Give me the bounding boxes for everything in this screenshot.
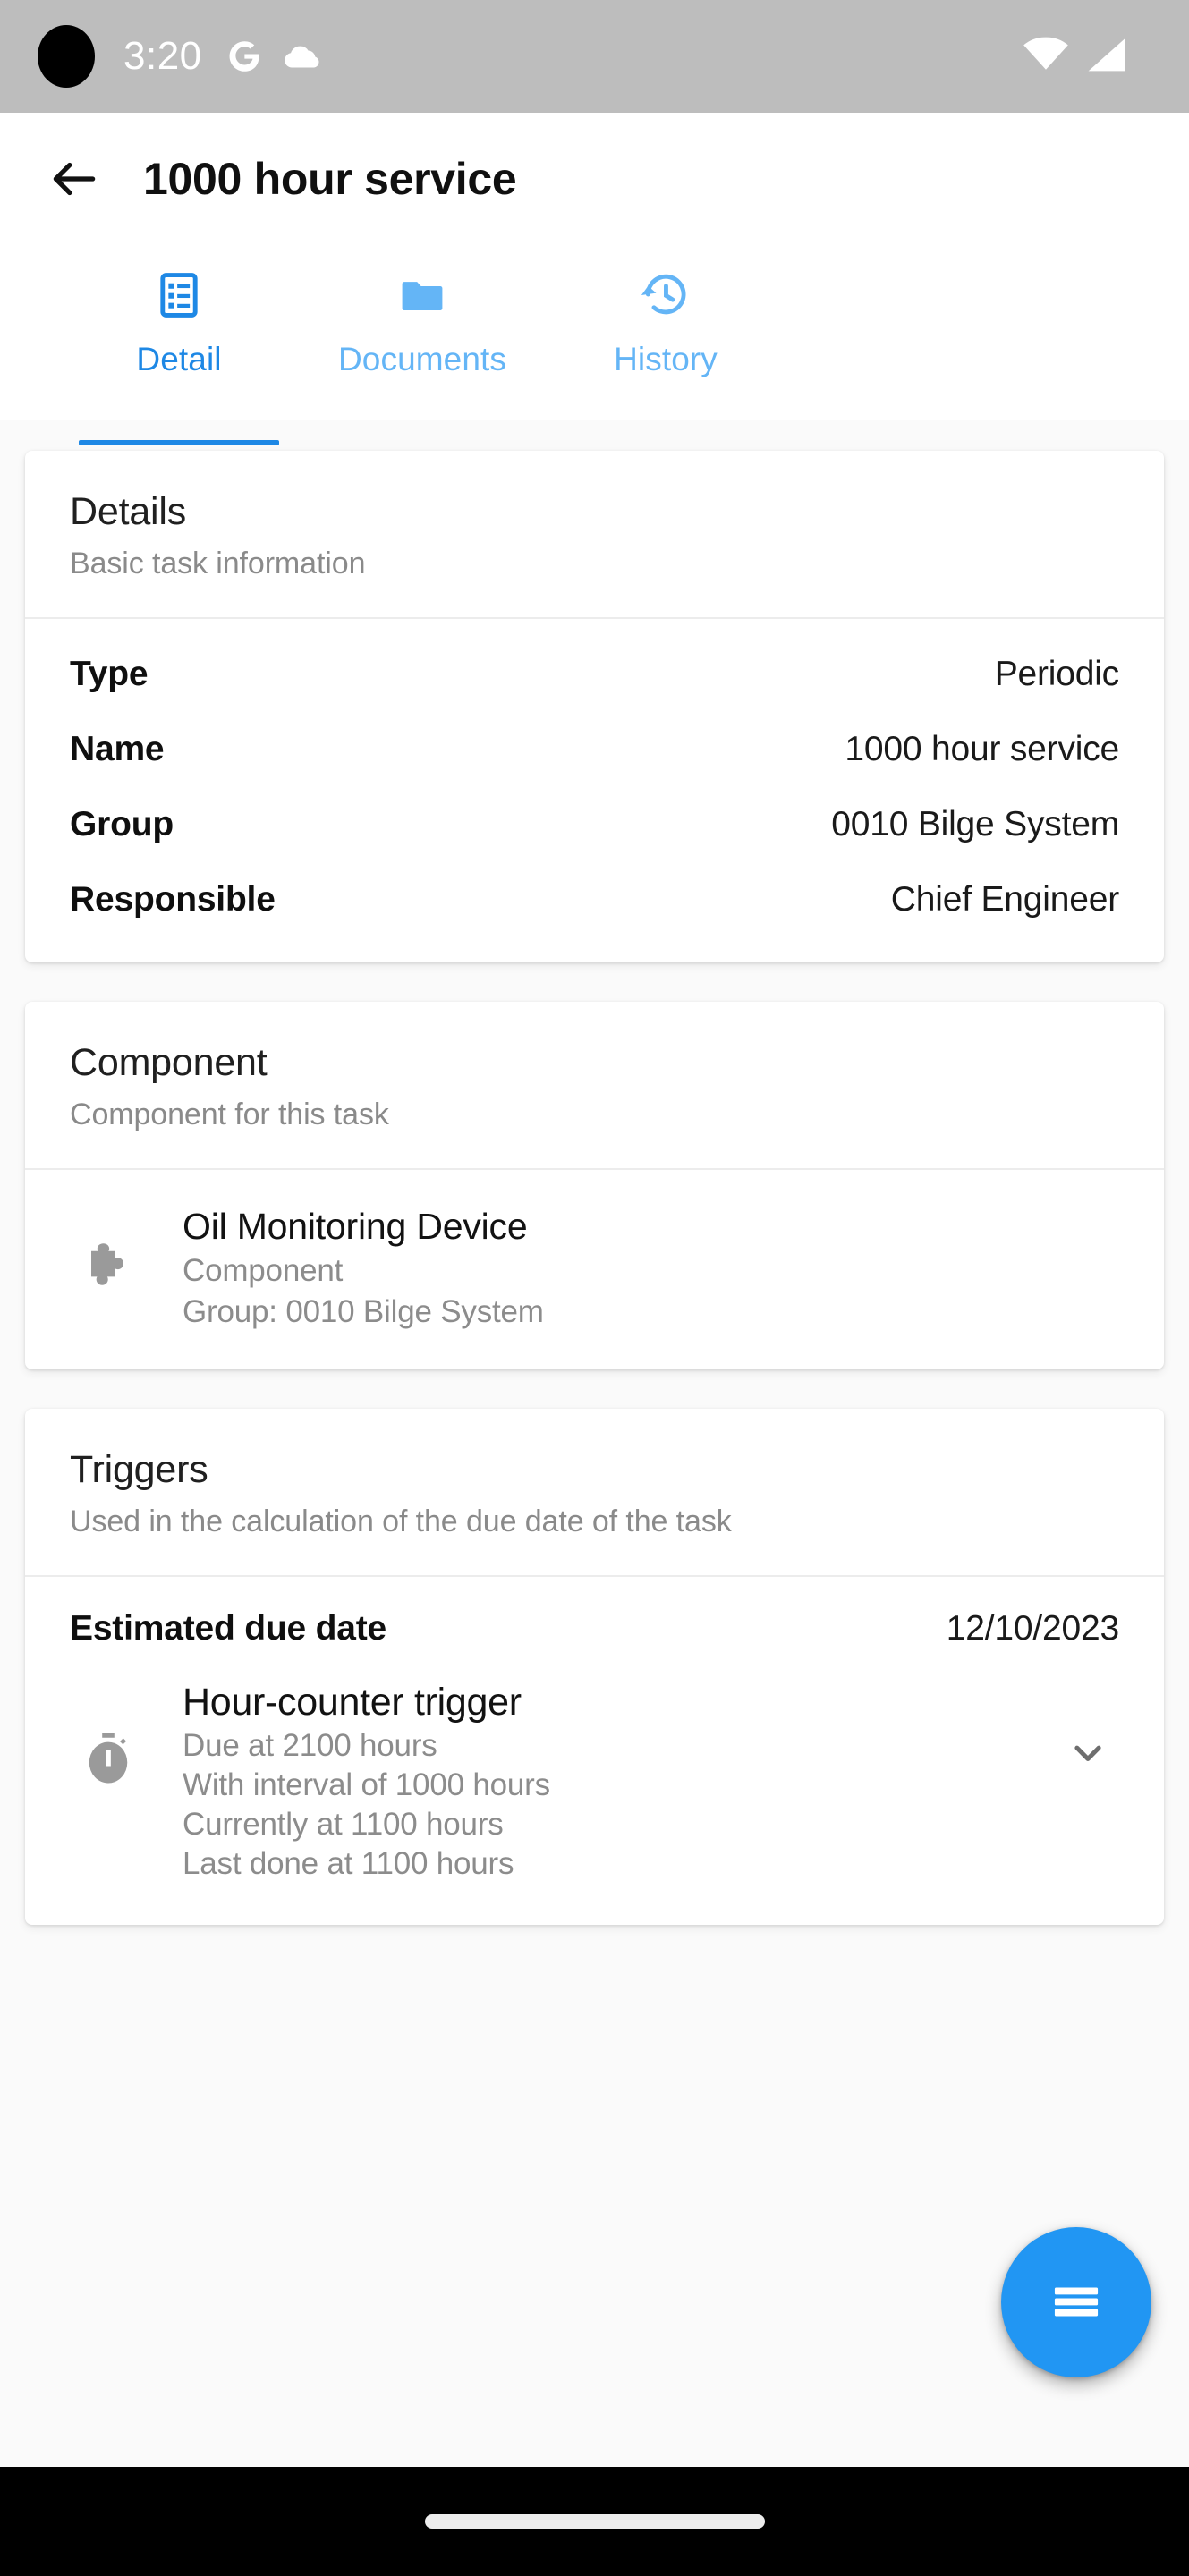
trigger-title: Hour-counter trigger <box>183 1681 522 1724</box>
status-bar-right-icons <box>1023 37 1151 77</box>
table-row: Group 0010 Bilge System <box>25 787 1164 862</box>
details-card-header: Details Basic task information <box>25 451 1164 617</box>
table-row: Type Periodic <box>25 637 1164 712</box>
row-key: Responsible <box>70 880 276 919</box>
tab-documents[interactable]: Documents <box>322 270 522 420</box>
tab-history[interactable]: History <box>565 270 766 420</box>
component-list-item[interactable]: Oil Monitoring Device Component Group: 0… <box>25 1170 1164 1369</box>
details-card-title: Details <box>70 490 187 533</box>
tab-detail[interactable]: Detail <box>79 270 279 445</box>
row-key: Group <box>70 805 174 843</box>
triggers-card-header: Triggers Used in the calculation of the … <box>25 1409 1164 1575</box>
component-item-name: Oil Monitoring Device <box>183 1206 528 1247</box>
table-row: Responsible Chief Engineer <box>25 862 1164 937</box>
tab-active-indicator <box>79 440 279 445</box>
component-card-subtitle: Component for this task <box>70 1097 389 1131</box>
triggers-card-title: Triggers <box>70 1448 208 1491</box>
details-card: Details Basic task information Type Peri… <box>25 451 1164 962</box>
system-navigation-bar <box>0 2467 1189 2576</box>
tab-label-documents: Documents <box>337 341 507 377</box>
back-button[interactable] <box>36 140 113 217</box>
puzzle-piece-icon <box>70 1230 147 1307</box>
trigger-line-due: Due at 2100 hours <box>183 1728 437 1763</box>
history-clock-icon <box>641 270 691 325</box>
row-value: Chief Engineer <box>890 880 1119 919</box>
trigger-line-current: Currently at 1100 hours <box>183 1807 504 1842</box>
menu-hamburger-icon <box>1042 2267 1110 2338</box>
phone-screen: 3:20 1000 hour service Detail Documents … <box>0 0 1189 2576</box>
row-key: Type <box>70 655 149 693</box>
triggers-card: Triggers Used in the calculation of the … <box>25 1409 1164 1925</box>
component-card-header: Component Component for this task <box>25 1002 1164 1168</box>
page-title: 1000 hour service <box>143 154 517 204</box>
cloud-icon <box>283 41 324 72</box>
estimated-due-date-value: 12/10/2023 <box>946 1609 1119 1648</box>
row-key: Name <box>70 730 165 768</box>
row-value: 1000 hour service <box>845 730 1119 768</box>
stopwatch-icon <box>70 1720 147 1797</box>
trigger-line-interval: With interval of 1000 hours <box>183 1767 550 1802</box>
triggers-card-subtitle: Used in the calculation of the due date … <box>70 1504 732 1538</box>
tab-label-detail: Detail <box>136 341 222 377</box>
row-value: Periodic <box>994 655 1120 693</box>
component-item-text: Oil Monitoring Device Component Group: 0… <box>183 1206 1119 1330</box>
google-icon <box>225 38 263 75</box>
estimated-due-date-label: Estimated due date <box>70 1609 386 1648</box>
status-bar: 3:20 <box>0 0 1189 113</box>
trigger-text-block: Hour-counter trigger Due at 2100 hours W… <box>183 1681 1021 1882</box>
details-card-subtitle: Basic task information <box>70 547 366 580</box>
component-card: Component Component for this task Oil Mo… <box>25 1002 1164 1369</box>
tab-bar: Detail Documents History <box>0 245 1189 445</box>
home-indicator-pill[interactable] <box>424 2514 765 2529</box>
row-value: 0010 Bilge System <box>831 805 1119 843</box>
app-bar: 1000 hour service <box>0 113 1189 245</box>
component-item-group: Group: 0010 Bilge System <box>183 1294 544 1329</box>
wifi-icon <box>1023 37 1069 77</box>
folder-icon <box>397 270 447 325</box>
camera-cutout-icon <box>38 25 95 88</box>
component-item-type: Component <box>183 1253 344 1288</box>
list-detail-icon <box>154 270 204 325</box>
trigger-line-last-done: Last done at 1100 hours <box>183 1846 514 1881</box>
hour-counter-trigger-item[interactable]: Hour-counter trigger Due at 2100 hours W… <box>25 1665 1164 1925</box>
status-bar-clock: 3:20 <box>123 34 202 78</box>
details-row-list: Type Periodic Name 1000 hour service Gro… <box>25 619 1164 962</box>
estimated-due-date-row: Estimated due date 12/10/2023 <box>25 1577 1164 1665</box>
chevron-down-icon[interactable] <box>1057 1722 1119 1784</box>
component-card-title: Component <box>70 1041 268 1084</box>
table-row: Name 1000 hour service <box>25 712 1164 787</box>
tab-label-history: History <box>614 341 718 377</box>
cellular-signal-icon <box>1087 37 1128 77</box>
scroll-content[interactable]: Details Basic task information Type Peri… <box>0 420 1189 1925</box>
floating-action-menu-button[interactable] <box>1001 2227 1151 2377</box>
